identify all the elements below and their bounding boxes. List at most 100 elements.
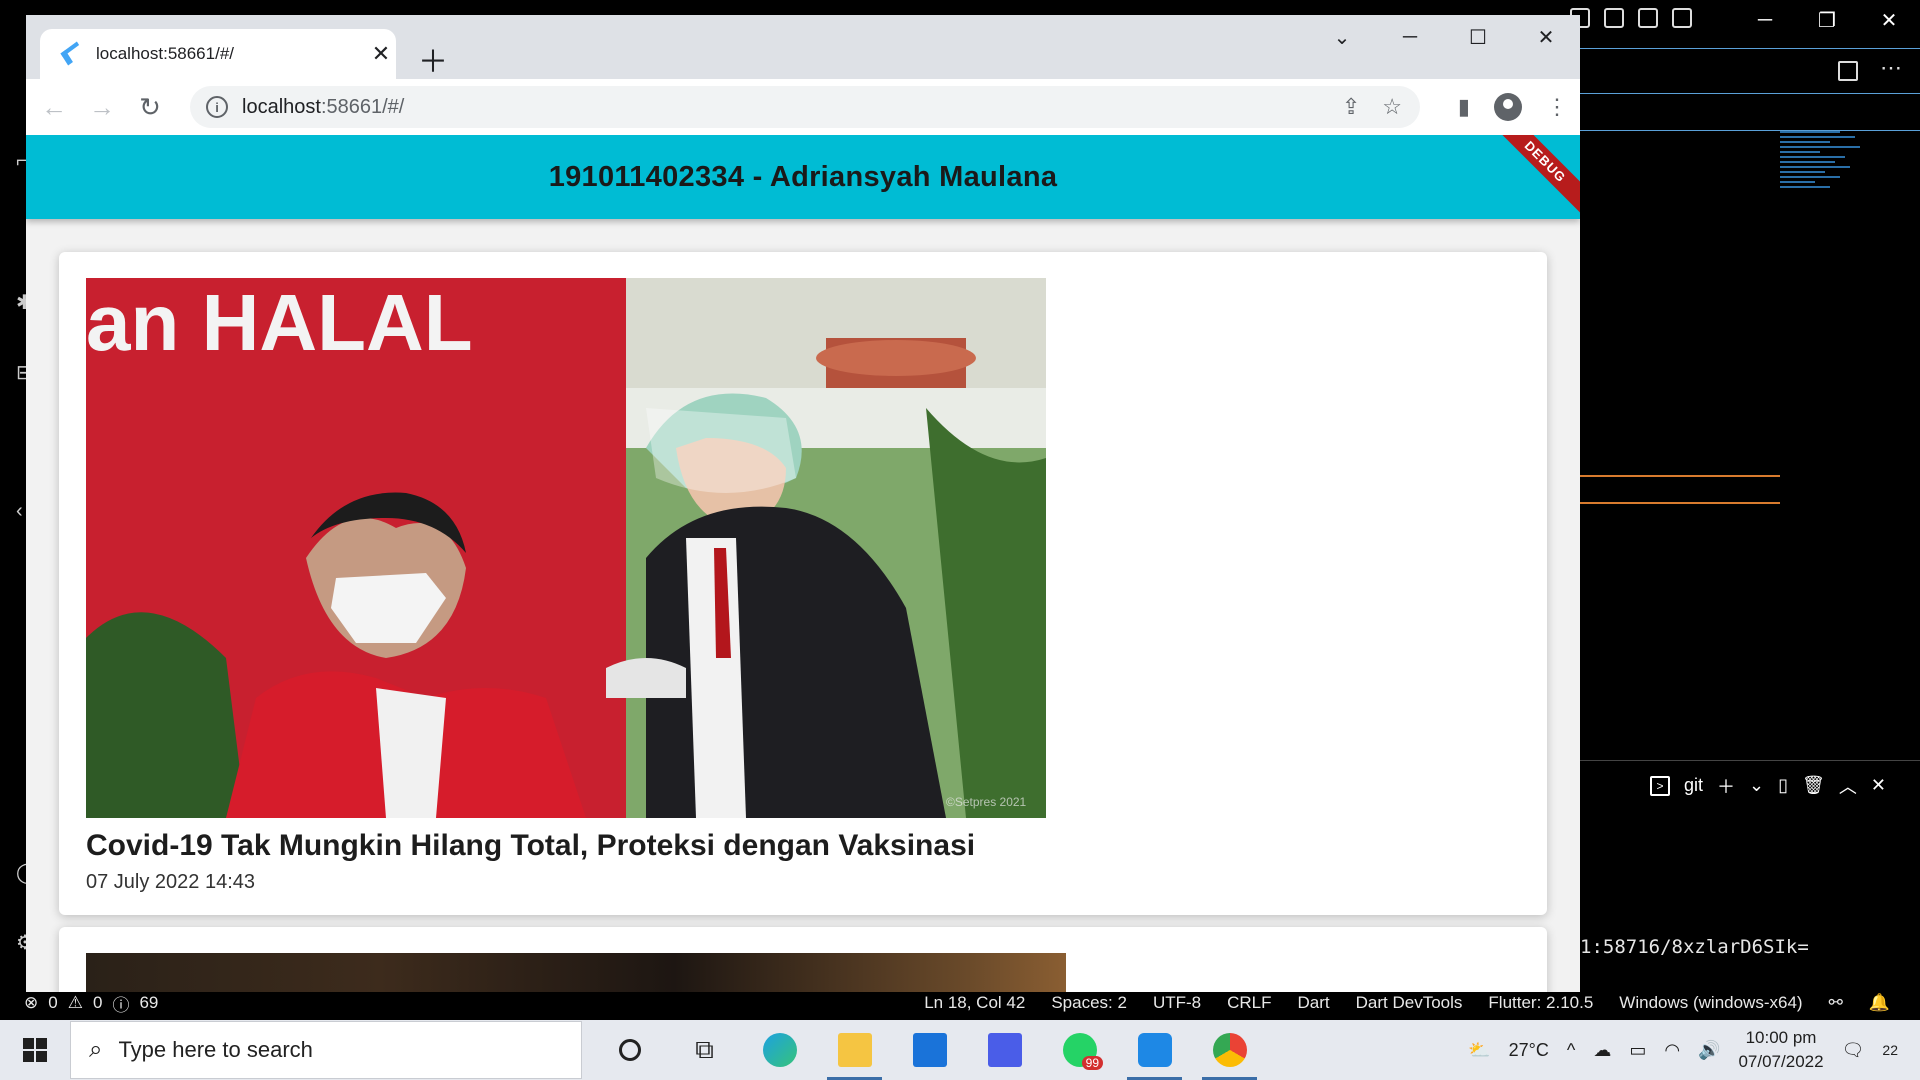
news-card[interactable]: an HALAL ©Setpres 2021 Covid-19 Tak Mung… <box>59 252 1547 915</box>
window-controls: ⌄ ─ ☐ ✕ <box>1308 15 1580 59</box>
more-actions-icon[interactable]: ⋯ <box>1880 55 1902 81</box>
minimize-icon[interactable]: ─ <box>1734 0 1796 42</box>
wifi-icon[interactable]: ◠ <box>1664 1040 1680 1061</box>
browser-tab[interactable]: localhost:58661/#/ ✕ <box>40 29 396 79</box>
terminal-label[interactable]: git <box>1684 775 1703 796</box>
cursor-position[interactable]: Ln 18, Col 42 <box>924 993 1025 1013</box>
visual-studio-icon[interactable] <box>967 1020 1042 1080</box>
collapse-icon[interactable]: ‹ <box>16 500 23 523</box>
omnibox-actions: ⇪ ☆ <box>1342 94 1420 120</box>
trash-icon[interactable]: 🗑 <box>1802 775 1825 796</box>
start-button[interactable] <box>0 1038 70 1062</box>
system-tray: ⛅ 27°C ^ ☁ ▭ ◠ 🔊 10:00 pm 07/07/2022 🗨 2… <box>1468 1020 1920 1080</box>
new-tab-button[interactable]: ＋ <box>418 37 448 81</box>
status-bar: ⊗ 0 ⚠ 0 ⓘ 69 Ln 18, Col 42 Spaces: 2 UTF-8 … <box>0 991 1920 1016</box>
bookmark-star-icon[interactable]: ☆ <box>1382 94 1402 120</box>
taskbar: ⌕ Type here to search ⧉ 99 ⛅ 27°C ^ ☁ ▭ … <box>0 1020 1920 1080</box>
close-tab-icon[interactable]: ✕ <box>366 41 396 67</box>
minimap[interactable] <box>1780 128 1880 268</box>
vscode-icon[interactable] <box>1117 1020 1192 1080</box>
info-icon[interactable]: i <box>206 96 228 118</box>
indentation[interactable]: Spaces: 2 <box>1051 993 1127 1013</box>
restore-icon[interactable]: ❐ <box>1796 0 1858 42</box>
minimize-icon[interactable]: ─ <box>1376 15 1444 59</box>
mail-icon[interactable] <box>892 1020 967 1080</box>
taskbar-apps: ⧉ 99 <box>592 1020 1267 1080</box>
add-terminal-icon[interactable]: ＋ <box>1717 773 1735 799</box>
editor-tabbar: ⋯ <box>1580 48 1920 94</box>
volume-icon[interactable]: 🔊 <box>1698 1040 1720 1061</box>
photo-credit: ©Setpres 2021 <box>946 795 1027 809</box>
language-mode[interactable]: Dart <box>1298 993 1330 1013</box>
date: 07/07/2022 <box>1738 1052 1824 1071</box>
photo-text: an HALAL <box>86 278 473 367</box>
flutter-version[interactable]: Flutter: 2.10.5 <box>1488 993 1593 1013</box>
flutter-icon <box>62 45 78 63</box>
whatsapp-badge: 99 <box>1081 1056 1103 1070</box>
side-panel-icon[interactable]: ▮ <box>1458 94 1470 120</box>
news-date: 07 July 2022 14:43 <box>86 871 256 893</box>
back-icon[interactable]: ← <box>30 92 78 123</box>
close-icon[interactable]: ✕ <box>1858 0 1920 42</box>
split-editor-icon[interactable] <box>1838 61 1858 81</box>
notification-count: 22 <box>1882 1042 1898 1058</box>
maximize-icon[interactable]: ☐ <box>1444 15 1512 59</box>
battery-icon[interactable]: ▭ <box>1629 1040 1646 1061</box>
info-count: 69 <box>139 993 159 1012</box>
close-panel-icon[interactable]: ✕ <box>1871 775 1886 796</box>
temperature[interactable]: 27°C <box>1509 1040 1549 1061</box>
app-bar: 191011402334 - Adriansyah Maulana DEBUG <box>26 135 1580 219</box>
debug-banner: DEBUG <box>1491 135 1580 216</box>
profile-icon[interactable] <box>1494 93 1522 121</box>
edge-icon[interactable] <box>742 1020 817 1080</box>
clock[interactable]: 10:00 pm 07/07/2022 <box>1738 1026 1823 1074</box>
news-photo: an HALAL ©Setpres 2021 <box>86 278 1046 818</box>
url-text[interactable]: localhost:58661/#/ <box>242 96 404 119</box>
terminal-panel-header: > git ＋ ⌄ ▯ 🗑 ︿ ✕ <box>1580 760 1920 810</box>
activity-bar: ⌐ ✱ ⊟ ‹ ◯ ⚙ <box>0 60 38 980</box>
address-bar[interactable]: i localhost:58661/#/ ⇪ ☆ <box>190 86 1420 128</box>
cortana-icon[interactable] <box>592 1020 667 1080</box>
problems-indicator[interactable]: ⊗ 0 ⚠ 0 ⓘ 69 <box>24 991 158 1016</box>
vscode-window-controls: ─ ❐ ✕ <box>1580 0 1920 40</box>
close-icon[interactable]: ✕ <box>1512 15 1580 59</box>
task-view-icon[interactable]: ⧉ <box>667 1020 742 1080</box>
news-headline[interactable]: Covid-19 Tak Mungkin Hilang Total, Prote… <box>86 829 975 863</box>
error-count: 0 <box>48 993 58 1012</box>
tab-strip: localhost:58661/#/ ✕ ＋ ⌄ ─ ☐ ✕ <box>26 15 1580 79</box>
dart-devtools[interactable]: Dart DevTools <box>1356 993 1463 1013</box>
menu-icon[interactable]: ⋮ <box>1546 94 1568 120</box>
target-device[interactable]: Windows (windows-x64) <box>1619 993 1802 1013</box>
forward-icon[interactable]: → <box>78 92 126 123</box>
warning-count: 0 <box>92 993 103 1012</box>
encoding[interactable]: UTF-8 <box>1153 993 1201 1013</box>
chevron-up-icon[interactable]: ︿ <box>1839 773 1857 799</box>
chrome-icon[interactable] <box>1192 1020 1267 1080</box>
split-terminal-icon[interactable]: ▯ <box>1778 775 1788 796</box>
notifications-bell-icon[interactable]: 🔔 <box>1869 993 1890 1013</box>
line-ending[interactable]: CRLF <box>1227 993 1271 1013</box>
tab-title: localhost:58661/#/ <box>96 44 234 63</box>
onedrive-icon[interactable]: ☁ <box>1593 1040 1611 1061</box>
tab-search-icon[interactable]: ⌄ <box>1308 15 1376 59</box>
browser-window: localhost:58661/#/ ✕ ＋ ⌄ ─ ☐ ✕ ← → ↻ i l… <box>26 15 1580 992</box>
share-icon[interactable]: ⇪ <box>1342 94 1360 120</box>
news-card[interactable] <box>59 927 1547 992</box>
live-share-icon[interactable]: ⚯ <box>1829 993 1843 1013</box>
warning-icon: ⚠ <box>67 993 83 1012</box>
show-hidden-icons-icon[interactable]: ^ <box>1567 1040 1575 1061</box>
toolbar-right: ▮ ⋮ <box>1458 79 1568 135</box>
browser-toolbar: ← → ↻ i localhost:58661/#/ ⇪ ☆ ▮ ⋮ <box>26 79 1580 135</box>
search-placeholder: Type here to search <box>118 1037 313 1062</box>
news-photo <box>86 953 1066 992</box>
terminal-icon: > <box>1650 775 1670 796</box>
weather-icon[interactable]: ⛅ <box>1468 1040 1490 1061</box>
notification-center-icon[interactable]: 🗨 <box>1842 1040 1865 1061</box>
chevron-down-icon[interactable]: ⌄ <box>1749 775 1764 796</box>
reload-icon[interactable]: ↻ <box>126 92 174 123</box>
error-icon: ⊗ <box>24 993 39 1012</box>
whatsapp-icon[interactable]: 99 <box>1042 1020 1117 1080</box>
terminal-output: 1:58716/8xzlarD6SIk= <box>1580 936 1809 958</box>
taskbar-search[interactable]: ⌕ Type here to search <box>70 1021 582 1079</box>
file-explorer-icon[interactable] <box>817 1020 892 1080</box>
